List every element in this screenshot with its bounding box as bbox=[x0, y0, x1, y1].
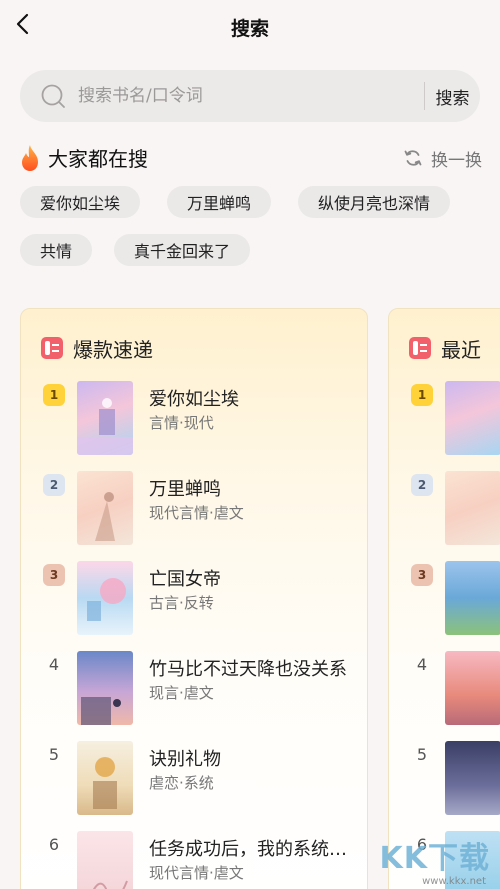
book-cover bbox=[77, 561, 133, 635]
hot-search-title: 大家都在搜 bbox=[48, 147, 148, 171]
refresh-button[interactable]: 换一换 bbox=[403, 145, 482, 171]
hot-tag[interactable]: 真千金回来了 bbox=[114, 234, 251, 266]
rank-number: 6 bbox=[48, 835, 60, 854]
ranking-item[interactable]: 5 bbox=[407, 741, 500, 817]
watermark-url: www.kkx.net bbox=[422, 876, 486, 887]
rank-badge-silver: 2 bbox=[43, 474, 65, 496]
ranking-item[interactable]: 6 任务成功后，我的系统却... 现代言情·虐文 bbox=[39, 831, 359, 889]
ranking-card-hot: 爆款速递 1 爱你如尘埃 言情·现代 2 万里蝉鸣 现代言情·虐文 3 亡国女帝… bbox=[20, 308, 368, 889]
book-cover bbox=[77, 381, 133, 455]
ranking-item[interactable]: 2 万里蝉鸣 现代言情·虐文 bbox=[39, 471, 359, 547]
book-meta: 现代言情·虐文 bbox=[149, 864, 244, 882]
rank-badge-gold: 1 bbox=[411, 384, 433, 406]
rank-number: 4 bbox=[416, 655, 428, 674]
book-cover bbox=[445, 381, 500, 455]
ranking-item[interactable]: 2 bbox=[407, 471, 500, 547]
book-cover bbox=[445, 651, 500, 725]
ranking-list-icon bbox=[41, 337, 63, 359]
book-title: 诀别礼物 bbox=[149, 749, 221, 770]
ranking-card-recent: 最近 1 2 3 4 5 6 bbox=[388, 308, 500, 889]
rank-badge-gold: 1 bbox=[43, 384, 65, 406]
book-title: 竹马比不过天降也没关系 bbox=[149, 659, 347, 680]
hot-search-header: 大家都在搜 换一换 bbox=[18, 140, 484, 174]
ranking-card-header: 爆款速递 bbox=[41, 333, 153, 363]
ranking-item[interactable]: 4 竹马比不过天降也没关系 现言·虐文 bbox=[39, 651, 359, 727]
book-cover bbox=[445, 471, 500, 545]
book-title: 任务成功后，我的系统却... bbox=[149, 839, 359, 860]
flame-icon bbox=[22, 145, 38, 171]
book-meta: 现言·虐文 bbox=[149, 684, 214, 702]
book-title: 亡国女帝 bbox=[149, 569, 221, 590]
ranking-list-icon bbox=[409, 337, 431, 359]
page-title: 搜索 bbox=[230, 18, 269, 40]
watermark-text: KK下载 bbox=[379, 841, 490, 876]
book-cover bbox=[77, 651, 133, 725]
rank-number: 4 bbox=[48, 655, 60, 674]
book-meta: 虐恋·系统 bbox=[149, 774, 214, 792]
refresh-icon bbox=[404, 150, 422, 166]
hot-tag[interactable]: 纵使月亮也深情 bbox=[298, 186, 451, 218]
search-bar: 搜索 bbox=[20, 70, 480, 122]
book-cover bbox=[77, 741, 133, 815]
ranking-item[interactable]: 3 bbox=[407, 561, 500, 637]
ranking-item[interactable]: 3 亡国女帝 古言·反转 bbox=[39, 561, 359, 637]
ranking-card-title: 爆款速递 bbox=[73, 337, 153, 362]
book-meta: 言情·现代 bbox=[149, 414, 214, 432]
book-meta: 古言·反转 bbox=[149, 594, 214, 612]
search-button[interactable]: 搜索 bbox=[425, 70, 480, 122]
book-cover bbox=[445, 561, 500, 635]
book-cover bbox=[77, 471, 133, 545]
search-input[interactable] bbox=[78, 80, 398, 112]
book-cover bbox=[77, 831, 133, 889]
ranking-card-title: 最近 bbox=[441, 337, 481, 362]
ranking-item[interactable]: 1 爱你如尘埃 言情·现代 bbox=[39, 381, 359, 457]
ranking-item[interactable]: 1 bbox=[407, 381, 500, 457]
top-bar: 搜索 bbox=[0, 0, 500, 52]
book-meta: 现代言情·虐文 bbox=[149, 504, 244, 522]
watermark-logo: KK下载 www.kkx.net bbox=[376, 829, 496, 889]
hot-tag[interactable]: 万里蝉鸣 bbox=[167, 186, 272, 218]
rank-number: 5 bbox=[48, 745, 60, 764]
hot-tag[interactable]: 爱你如尘埃 bbox=[20, 186, 141, 218]
refresh-label: 换一换 bbox=[431, 150, 482, 171]
book-title: 爱你如尘埃 bbox=[149, 389, 239, 410]
rank-badge-silver: 2 bbox=[411, 474, 433, 496]
hot-tag[interactable]: 共情 bbox=[20, 234, 93, 266]
rank-number: 5 bbox=[416, 745, 428, 764]
rank-badge-bronze: 3 bbox=[43, 564, 65, 586]
search-icon bbox=[41, 84, 65, 108]
ranking-item[interactable]: 5 诀别礼物 虐恋·系统 bbox=[39, 741, 359, 817]
ranking-card-header: 最近 bbox=[409, 333, 481, 363]
rank-badge-bronze: 3 bbox=[411, 564, 433, 586]
ranking-item[interactable]: 4 bbox=[407, 651, 500, 727]
book-title: 万里蝉鸣 bbox=[149, 479, 221, 500]
book-cover bbox=[445, 741, 500, 815]
